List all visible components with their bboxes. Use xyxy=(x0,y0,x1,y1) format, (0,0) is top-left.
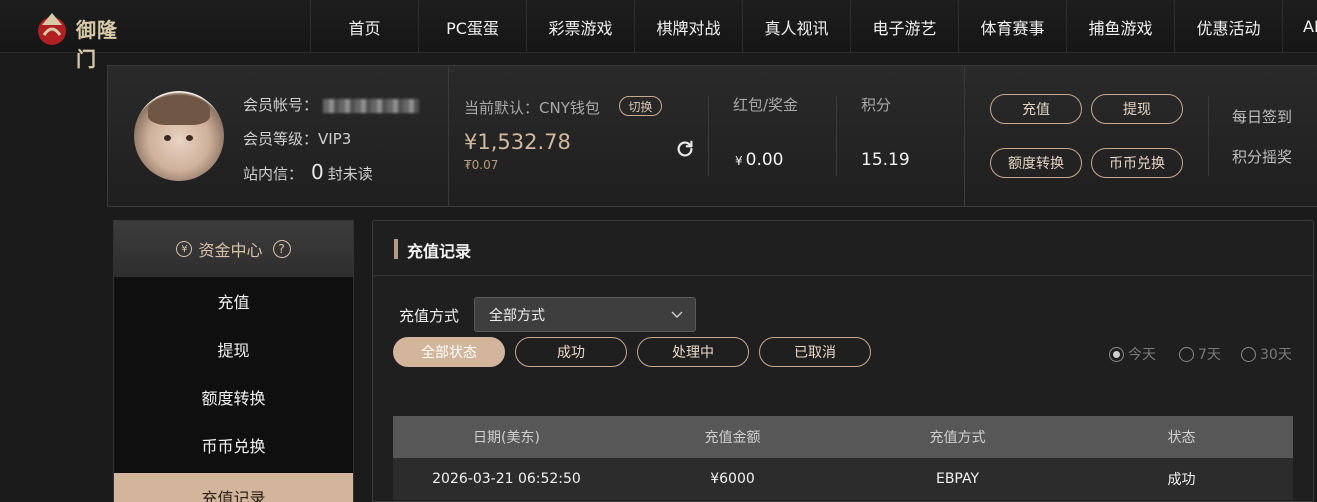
deposit-records-table: 日期(美东) 充值金额 充值方式 状态 2026-03-21 06:52:50 … xyxy=(393,416,1293,500)
refresh-icon[interactable] xyxy=(674,138,696,160)
wallet-balance: ¥1,532.78 xyxy=(464,130,571,154)
column-date: 日期(美东) xyxy=(473,430,540,446)
range-today-label: 今天 xyxy=(1128,347,1156,363)
divider xyxy=(836,96,837,176)
status-filter-all[interactable]: 全部状态 xyxy=(393,337,505,367)
column-status: 状态 xyxy=(1167,430,1196,446)
range-today[interactable]: 今天 xyxy=(1109,344,1156,364)
points-label: 积分 xyxy=(861,96,892,114)
status-filter-success[interactable]: 成功 xyxy=(515,337,627,367)
range-30days[interactable]: 30天 xyxy=(1241,344,1292,364)
nav-item-ai[interactable]: AI xyxy=(1282,0,1317,53)
nav-item-slots[interactable]: 电子游艺 xyxy=(850,0,958,53)
logo-emblem-icon xyxy=(38,13,66,45)
avatar[interactable] xyxy=(134,91,224,181)
nav-item-chess-cards[interactable]: 棋牌对战 xyxy=(634,0,742,53)
deposit-button[interactable]: 充值 xyxy=(990,94,1082,124)
method-filter-label: 充值方式 xyxy=(399,307,460,325)
points-lottery-link[interactable]: 积分摇奖 xyxy=(1232,146,1292,167)
method-select[interactable]: 全部方式 xyxy=(474,297,696,332)
nav-item-lottery[interactable]: 彩票游戏 xyxy=(526,0,634,53)
transfer-button[interactable]: 额度转换 xyxy=(990,148,1082,178)
divider xyxy=(708,96,709,176)
range-30days-label: 30天 xyxy=(1260,347,1292,363)
daily-checkin-link[interactable]: 每日签到 xyxy=(1232,106,1292,127)
sidebar-title: 资金中心 xyxy=(198,241,263,260)
fund-center-sidebar: ¥ 资金中心 ? 充值 提现 额度转换 币币兑换 充值记录 xyxy=(113,220,354,502)
nav-item-pc-egg[interactable]: PC蛋蛋 xyxy=(418,0,526,53)
column-method: 充值方式 xyxy=(929,430,986,446)
member-level-row: 会员等级：VIP3 xyxy=(243,128,351,149)
status-filter-processing[interactable]: 处理中 xyxy=(637,337,749,367)
member-id-row: 会员帐号： xyxy=(243,94,419,115)
points-value: 15.19 xyxy=(861,150,910,170)
panel-header: 充值记录 xyxy=(373,221,1313,276)
table-header: 日期(美东) 充值金额 充值方式 状态 xyxy=(393,416,1293,458)
account-summary-panel: 会员帐号： 会员等级：VIP3 站内信： 0 封未读 当前默认：CNY钱包 切换 ¥… xyxy=(107,65,1317,207)
member-level-value: VIP3 xyxy=(318,130,352,148)
sidebar-header: ¥ 资金中心 ? xyxy=(114,221,353,277)
member-id-label: 会员帐号： xyxy=(243,96,319,114)
radio-icon xyxy=(1241,346,1256,362)
title-accent-bar xyxy=(394,239,398,259)
chevron-down-icon xyxy=(671,311,683,318)
nav-item-promotions[interactable]: 优惠活动 xyxy=(1174,0,1282,53)
unread-suffix: 封未读 xyxy=(327,165,373,183)
nav-item-home[interactable]: 首页 xyxy=(310,0,418,53)
nav-item-sports[interactable]: 体育赛事 xyxy=(958,0,1066,53)
current-wallet-label: 当前默认：CNY钱包 xyxy=(464,99,600,117)
deposit-records-panel: 充值记录 充值方式 全部方式 全部状态 成功 处理中 已取消 今天 7天 30天… xyxy=(372,220,1314,502)
table-row[interactable]: 2026-03-21 06:52:50 ¥6000 EBPAY 成功 xyxy=(393,458,1293,500)
main-nav: 首页 PC蛋蛋 彩票游戏 棋牌对战 真人视讯 电子游艺 体育赛事 捕鱼游戏 优惠… xyxy=(310,0,1317,53)
divider xyxy=(1208,96,1209,176)
range-7days[interactable]: 7天 xyxy=(1179,344,1221,364)
range-7days-label: 7天 xyxy=(1198,347,1221,363)
radio-icon xyxy=(1109,346,1124,362)
bonus-value: ¥0.00 xyxy=(735,150,784,170)
top-navbar: 御隆门 首页 PC蛋蛋 彩票游戏 棋牌对战 真人视讯 电子游艺 体育赛事 捕鱼游… xyxy=(0,0,1317,71)
bonus-currency: ¥ xyxy=(735,154,743,168)
cell-amount: ¥6000 xyxy=(710,471,755,487)
member-level-label: 会员等级： xyxy=(243,130,319,148)
cell-status: 成功 xyxy=(1167,472,1196,488)
sidebar-item-transfer[interactable]: 额度转换 xyxy=(114,373,353,421)
divider xyxy=(448,66,449,207)
yuan-circle-icon: ¥ xyxy=(176,241,193,257)
method-select-value: 全部方式 xyxy=(489,307,545,324)
status-filter-cancelled[interactable]: 已取消 xyxy=(759,337,871,367)
column-amount: 充值金额 xyxy=(704,430,761,446)
inbox-row[interactable]: 站内信： 0 封未读 xyxy=(243,160,373,184)
brand-logo[interactable]: 御隆门 xyxy=(34,5,134,71)
sidebar-item-deposit[interactable]: 充值 xyxy=(114,277,353,325)
exchange-button[interactable]: 币币兑换 xyxy=(1091,148,1183,178)
cell-method: EBPAY xyxy=(935,471,980,487)
nav-item-fishing[interactable]: 捕鱼游戏 xyxy=(1066,0,1174,53)
inbox-label: 站内信： xyxy=(243,165,304,183)
help-icon[interactable]: ? xyxy=(272,240,291,258)
switch-wallet-button[interactable]: 切换 xyxy=(619,96,662,116)
cell-date: 2026-03-21 06:52:50 xyxy=(432,471,581,487)
unread-count: 0 xyxy=(311,160,324,184)
withdraw-button[interactable]: 提现 xyxy=(1091,94,1183,124)
member-id-masked xyxy=(322,98,419,113)
usdt-balance: ₮0.07 xyxy=(464,158,499,172)
page-title: 充值记录 xyxy=(407,242,472,261)
bonus-amount: 0.00 xyxy=(745,150,784,170)
sidebar-item-exchange[interactable]: 币币兑换 xyxy=(114,421,353,469)
sidebar-item-withdraw[interactable]: 提现 xyxy=(114,325,353,373)
sidebar-item-deposit-records[interactable]: 充值记录 xyxy=(114,473,353,502)
radio-icon xyxy=(1179,346,1194,362)
brand-name: 御隆门 xyxy=(76,18,118,71)
nav-item-live-casino[interactable]: 真人视讯 xyxy=(742,0,850,53)
bonus-label: 红包/奖金 xyxy=(733,96,799,114)
divider xyxy=(964,66,965,207)
